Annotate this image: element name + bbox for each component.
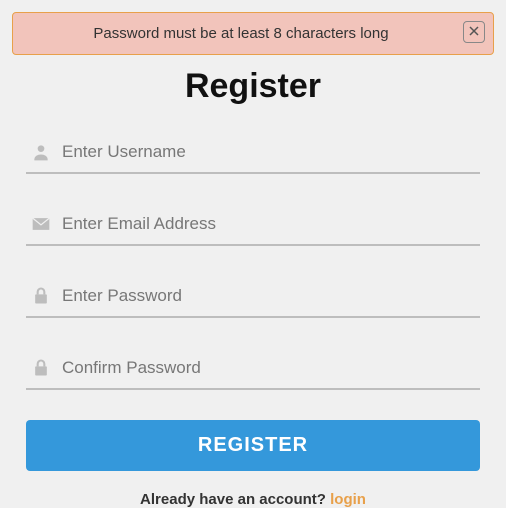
register-form: Register REGISTER Already have an accoun…	[12, 67, 494, 508]
error-alert: Password must be at least 8 characters l…	[12, 12, 494, 55]
lock-icon	[28, 286, 54, 306]
confirm-password-field	[26, 348, 480, 390]
close-icon	[469, 25, 479, 39]
username-input[interactable]	[54, 142, 478, 162]
confirm-password-input[interactable]	[54, 358, 478, 378]
user-icon	[28, 142, 54, 162]
register-button[interactable]: REGISTER	[26, 420, 480, 471]
username-field	[26, 132, 480, 174]
email-field	[26, 204, 480, 246]
envelope-icon	[28, 214, 54, 234]
lock-icon	[28, 358, 54, 378]
alert-message: Password must be at least 8 characters l…	[93, 25, 388, 42]
page-title: Register	[26, 67, 480, 106]
alert-close-button[interactable]	[463, 21, 485, 43]
email-input[interactable]	[54, 214, 478, 234]
password-field	[26, 276, 480, 318]
password-input[interactable]	[54, 286, 478, 306]
